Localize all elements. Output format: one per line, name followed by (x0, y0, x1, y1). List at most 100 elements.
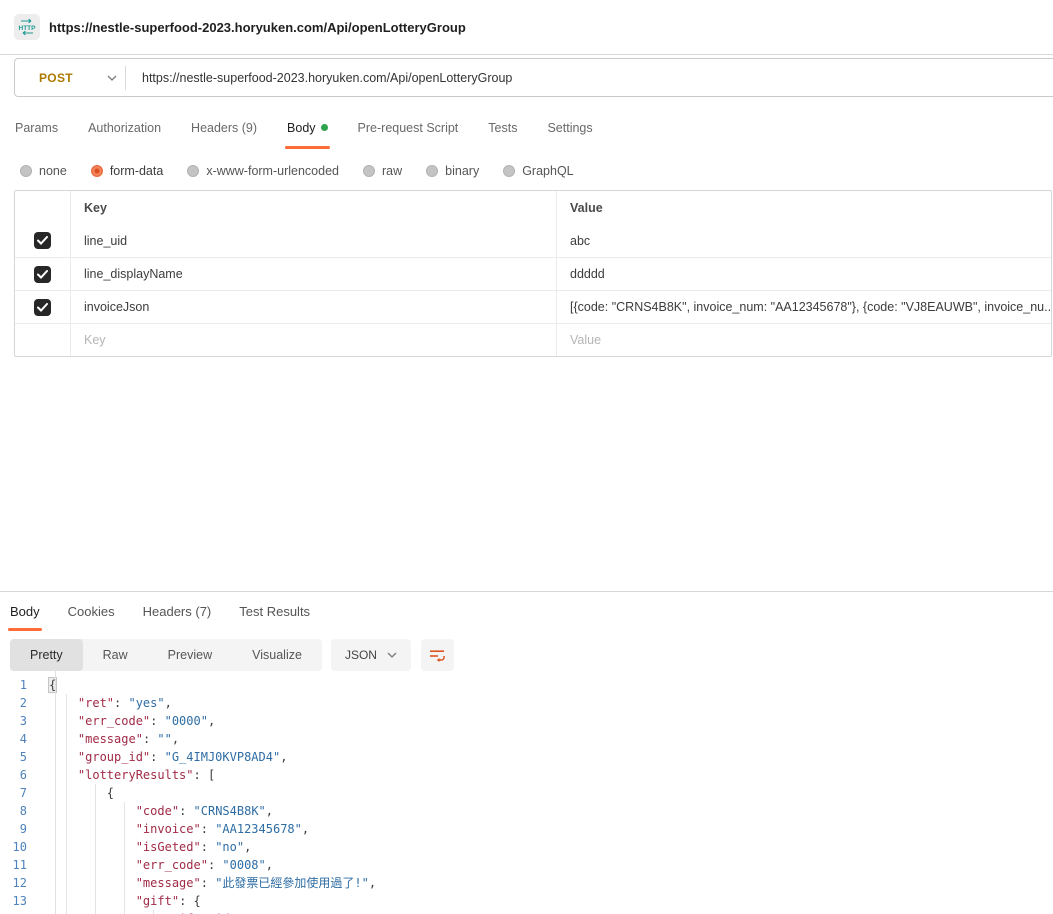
view-mode-raw[interactable]: Raw (83, 639, 148, 671)
code-line: 9 "invoice": "AA12345678", (0, 820, 1053, 838)
code-text: { (41, 784, 114, 802)
language-dropdown[interactable]: JSON (331, 639, 411, 671)
tab-params[interactable]: Params (15, 121, 58, 149)
code-text: "lotteryResults": [ (41, 766, 215, 784)
key-input-placeholder[interactable]: Key (71, 324, 557, 356)
indent-guide (153, 910, 154, 914)
request-response-divider (0, 357, 1053, 592)
value-cell[interactable]: abc (557, 224, 1051, 257)
code-line: 14 "gift_uid": "" (0, 910, 1053, 914)
line-number: 4 (0, 730, 41, 748)
code-line: 1{ (0, 676, 1053, 694)
code-text: "code": "CRNS4B8K", (41, 802, 273, 820)
tab-label: Body (287, 121, 316, 135)
body-mode-raw[interactable]: raw (363, 164, 402, 178)
line-number: 8 (0, 802, 41, 820)
url-input[interactable] (142, 71, 1053, 85)
body-mode-x-www-form-urlencoded[interactable]: x-www-form-urlencoded (187, 164, 339, 178)
indent-guide (124, 802, 125, 914)
response-tabs: Body Cookies Headers (7) Test Results (0, 592, 1053, 629)
checkbox-checked-icon[interactable] (34, 299, 51, 316)
body-mode-graphql[interactable]: GraphQL (503, 164, 573, 178)
value-cell[interactable]: [{code: "CRNS4B8K", invoice_num: "AA1234… (557, 291, 1051, 323)
code-line: 7 { (0, 784, 1053, 802)
tab-label: Params (15, 121, 58, 135)
body-mode-selector: none form-data x-www-form-urlencoded raw bin… (0, 152, 1053, 190)
body-mode-label: raw (382, 164, 402, 178)
code-line: 13 "gift": { (0, 892, 1053, 910)
code-text: "invoice": "AA12345678", (41, 820, 309, 838)
line-number: 13 (0, 892, 41, 910)
table-empty-row: Key Value (15, 323, 1051, 356)
body-mode-binary[interactable]: binary (426, 164, 479, 178)
view-mode-visualize[interactable]: Visualize (232, 639, 322, 671)
response-tab-cookies[interactable]: Cookies (68, 604, 115, 631)
wrap-text-button[interactable] (421, 639, 454, 671)
chevron-down-icon (387, 652, 397, 658)
row-checkbox-cell (15, 224, 71, 257)
table-row: line_displayNameddddd (15, 257, 1051, 290)
tab-settings[interactable]: Settings (547, 121, 592, 149)
line-number: 2 (0, 694, 41, 712)
radio-icon (426, 165, 438, 177)
radio-icon (91, 165, 103, 177)
header-checkbox-cell (15, 191, 71, 224)
code-line: 4 "message": "", (0, 730, 1053, 748)
response-body-viewer: 1{2 "ret": "yes",3 "err_code": "0000",4 … (0, 671, 1053, 914)
tab-body[interactable]: Body (287, 121, 328, 149)
body-filled-dot-icon (321, 124, 328, 131)
http-method-icon: HTTP (14, 14, 40, 40)
key-cell[interactable]: line_uid (71, 224, 557, 257)
tab-headers-9-[interactable]: Headers (9) (191, 121, 257, 149)
checkbox-checked-icon[interactable] (34, 232, 51, 249)
tab-label: Headers (9) (191, 121, 257, 135)
table-row: invoiceJson[{code: "CRNS4B8K", invoice_n… (15, 290, 1051, 323)
method-selector[interactable]: POST (15, 71, 125, 85)
language-label: JSON (345, 648, 377, 662)
tab-pre-request-script[interactable]: Pre-request Script (358, 121, 459, 149)
method-label: POST (39, 71, 73, 85)
body-mode-label: x-www-form-urlencoded (206, 164, 339, 178)
line-number: 5 (0, 748, 41, 766)
request-tabs: Params Authorization Headers (9) Body Pre-re… (0, 108, 1053, 152)
value-column-header: Value (557, 191, 1051, 224)
code-line: 6 "lotteryResults": [ (0, 766, 1053, 784)
code-line: 2 "ret": "yes", (0, 694, 1053, 712)
gutter-border (55, 671, 56, 914)
request-title-bar: HTTP https://nestle-superfood-2023.horyu… (0, 0, 1053, 55)
code-line: 10 "isGeted": "no", (0, 838, 1053, 856)
radio-icon (363, 165, 375, 177)
body-mode-label: GraphQL (522, 164, 573, 178)
key-cell[interactable]: invoiceJson (71, 291, 557, 323)
code-text: "message": "", (41, 730, 179, 748)
response-tab-test-results[interactable]: Test Results (239, 604, 310, 631)
checkbox-checked-icon[interactable] (34, 266, 51, 283)
tab-label: Settings (547, 121, 592, 135)
code-text: "message": "此發票已經參加使用過了!", (41, 874, 376, 892)
code-line: 11 "err_code": "0008", (0, 856, 1053, 874)
response-tab-body[interactable]: Body (10, 604, 40, 631)
code-text: "isGeted": "no", (41, 838, 251, 856)
url-separator (125, 66, 126, 90)
body-mode-none[interactable]: none (20, 164, 67, 178)
line-number: 11 (0, 856, 41, 874)
chevron-down-icon (107, 75, 117, 81)
value-input-placeholder[interactable]: Value (557, 324, 1051, 356)
radio-icon (20, 165, 32, 177)
tab-tests[interactable]: Tests (488, 121, 517, 149)
view-mode-preview[interactable]: Preview (148, 639, 232, 671)
line-number: 12 (0, 874, 41, 892)
row-checkbox-cell (15, 258, 71, 290)
code-line: 5 "group_id": "G_4IMJ0KVP8AD4", (0, 748, 1053, 766)
body-mode-form-data[interactable]: form-data (91, 164, 164, 178)
radio-icon (187, 165, 199, 177)
line-number: 14 (0, 910, 41, 914)
value-cell[interactable]: ddddd (557, 258, 1051, 290)
view-mode-pretty[interactable]: Pretty (10, 639, 83, 671)
tab-authorization[interactable]: Authorization (88, 121, 161, 149)
empty-checkbox-cell (15, 324, 71, 356)
key-cell[interactable]: line_displayName (71, 258, 557, 290)
url-box: POST (14, 58, 1053, 97)
response-tab-headers-7-[interactable]: Headers (7) (143, 604, 212, 631)
line-number: 7 (0, 784, 41, 802)
